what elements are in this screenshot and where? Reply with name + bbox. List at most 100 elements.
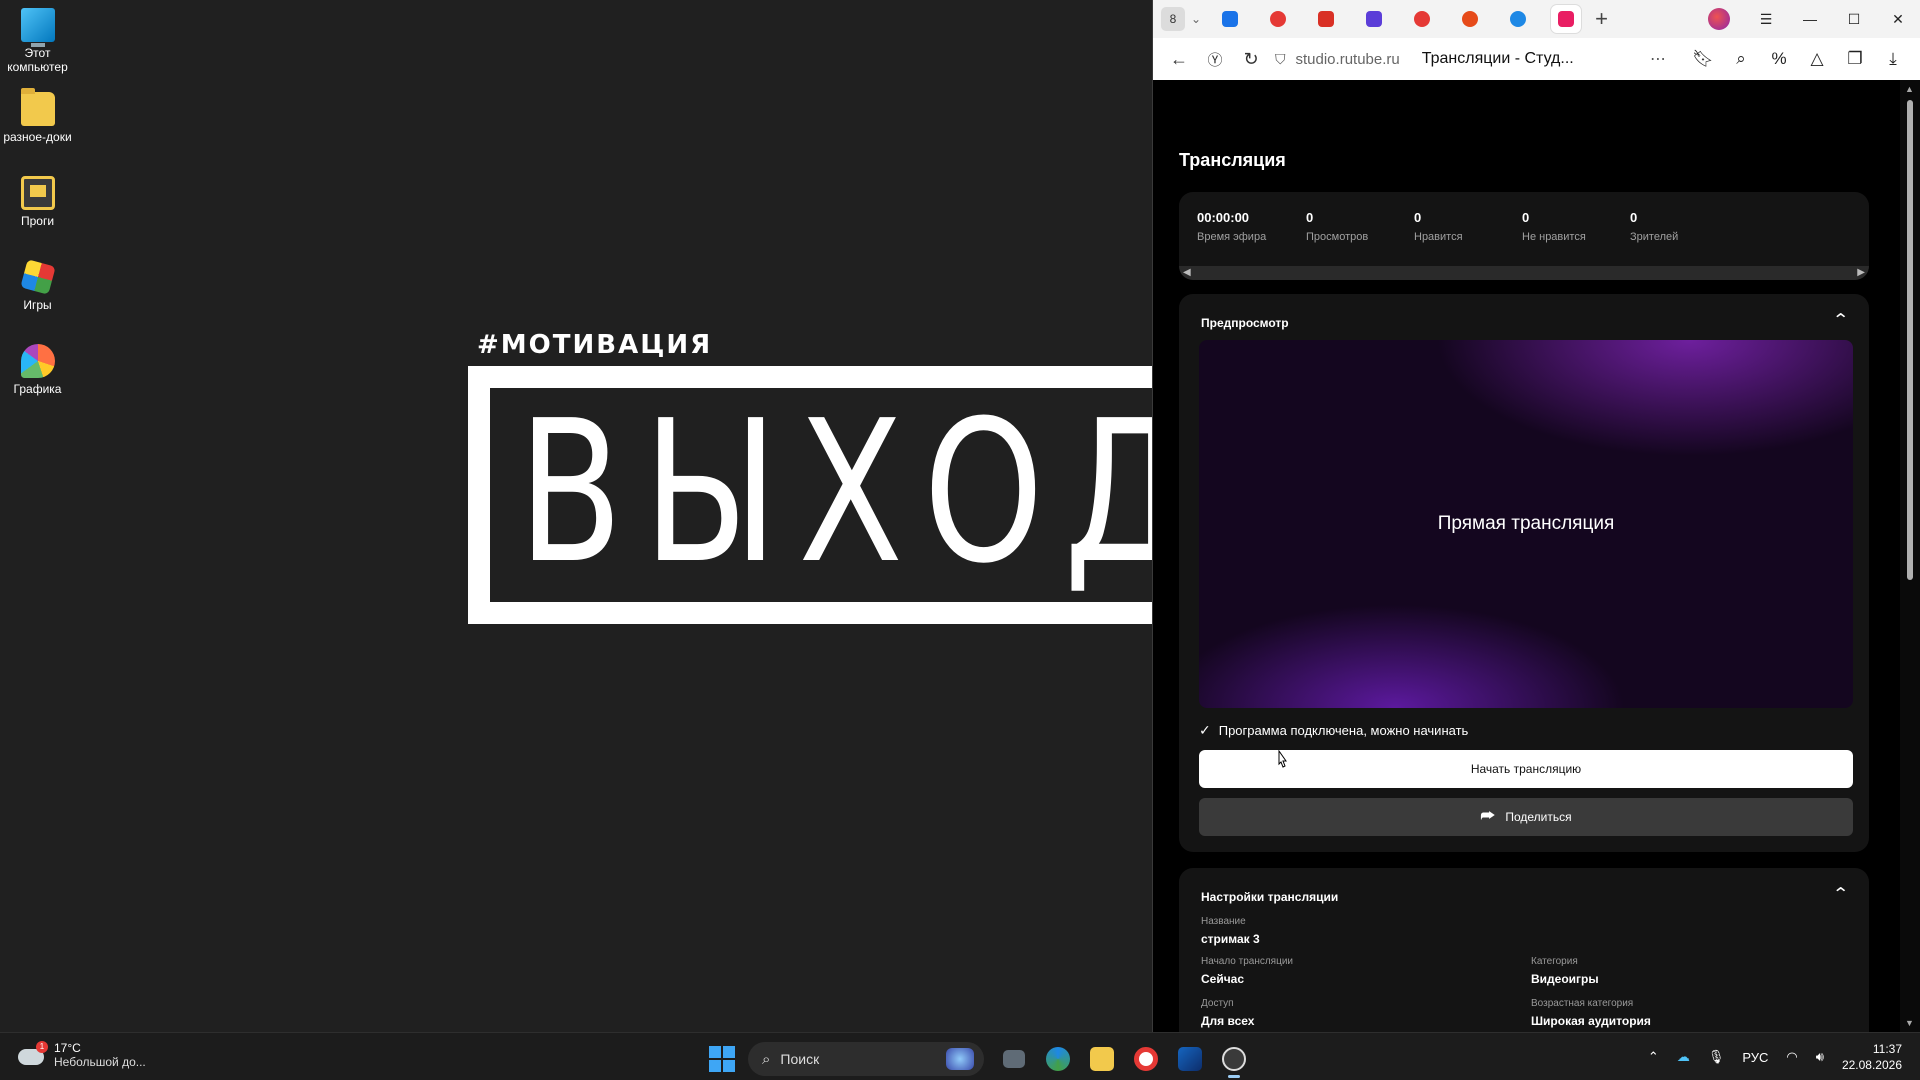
stat-dislikes: 0 Не нравится bbox=[1522, 210, 1586, 243]
new-tab-button[interactable]: + bbox=[1595, 6, 1608, 32]
tab-rutube-studio[interactable] bbox=[1551, 5, 1582, 33]
tab-yandex[interactable] bbox=[1263, 5, 1293, 33]
wifi-icon[interactable]: ◠ bbox=[1786, 1049, 1797, 1065]
scroll-up-icon[interactable]: ▲ bbox=[1905, 84, 1914, 94]
back-button[interactable]: ← bbox=[1161, 49, 1197, 70]
vertical-scrollbar[interactable]: ▲ ▼ bbox=[1900, 80, 1920, 1032]
reload-button[interactable]: ↻ bbox=[1233, 49, 1269, 70]
weather-icon: 1 bbox=[18, 1041, 48, 1069]
address-bar: ← Ⓨ ↻ ⛉ studio.rutube.ru Трансляции - Ст… bbox=[1153, 38, 1920, 80]
taskbar-search[interactable]: ⌕ Поиск bbox=[748, 1042, 984, 1076]
field-access: Доступ Для всех bbox=[1201, 998, 1254, 1028]
page-title: Трансляция bbox=[1179, 150, 1286, 170]
weather-temperature: 17°C bbox=[54, 1041, 81, 1055]
preview-heading: Предпросмотр bbox=[1201, 316, 1289, 330]
weather-description: Небольшой до... bbox=[54, 1055, 146, 1069]
page-content: Трансляция 00:00:00 Время эфира 0 Просмо… bbox=[1153, 80, 1901, 1032]
edge-app[interactable] bbox=[1036, 1039, 1080, 1079]
taskbar: 1 17°C Небольшой до... ⌕ Поиск ⌃ ☁ 🎙︎ РУ… bbox=[0, 1032, 1920, 1080]
minimize-button[interactable]: — bbox=[1788, 11, 1832, 27]
onedrive-icon[interactable]: ☁ bbox=[1677, 1049, 1690, 1065]
scroll-left-icon[interactable]: ◀ bbox=[1183, 267, 1191, 278]
stat-likes: 0 Нравится bbox=[1414, 210, 1463, 243]
tab-counter[interactable]: 8 bbox=[1161, 7, 1185, 31]
collections-icon[interactable]: ❐ bbox=[1836, 49, 1874, 69]
volume-icon[interactable]: 🔊︎ bbox=[1816, 1049, 1824, 1065]
tab-app[interactable] bbox=[1359, 5, 1389, 33]
taskbar-apps: ⌕ Поиск bbox=[704, 1039, 1256, 1079]
microphone-icon[interactable]: 🎙︎ bbox=[1708, 1049, 1725, 1065]
stat-viewers: 0 Зрителей bbox=[1630, 210, 1678, 243]
tab-gmail[interactable] bbox=[1311, 5, 1341, 33]
field-label: Доступ bbox=[1201, 998, 1234, 1009]
task-view-button[interactable] bbox=[992, 1039, 1036, 1079]
obs-app[interactable] bbox=[1212, 1039, 1256, 1079]
chevron-up-icon[interactable]: ⌃ bbox=[1832, 884, 1849, 904]
tab-edge[interactable] bbox=[1503, 5, 1533, 33]
more-icon[interactable]: ⋯ bbox=[1650, 49, 1666, 69]
bookmark-icon[interactable]: 🔖︎ bbox=[1684, 49, 1722, 69]
poster-word: ВЫХОДИ bbox=[518, 379, 1152, 607]
search-icon: ⌕ bbox=[762, 1050, 771, 1068]
profile-avatar[interactable] bbox=[1708, 8, 1730, 30]
chevron-down-icon[interactable]: ⌄ bbox=[1191, 12, 1201, 26]
alice-icon[interactable]: △ bbox=[1798, 49, 1836, 69]
stream-settings-card: Настройки трансляции ⌃ Название стримак … bbox=[1179, 868, 1869, 1032]
video-preview[interactable]: Прямая трансляция bbox=[1199, 340, 1853, 708]
settings-heading: Настройки трансляции bbox=[1201, 890, 1339, 904]
yandex-home-icon[interactable]: Ⓨ bbox=[1197, 49, 1233, 70]
start-button[interactable] bbox=[704, 1041, 740, 1077]
yandex-browser-app[interactable] bbox=[1124, 1039, 1168, 1079]
tab-messenger[interactable] bbox=[1215, 5, 1245, 33]
field-age: Возрастная категория Широкая аудитория bbox=[1531, 998, 1651, 1028]
url-field[interactable]: ⛉ studio.rutube.ru Трансляции - Студ... … bbox=[1275, 44, 1678, 74]
file-explorer-app[interactable] bbox=[1080, 1039, 1124, 1079]
clock[interactable]: 11:37 22.08.2026 bbox=[1842, 1041, 1902, 1073]
close-button[interactable]: ✕ bbox=[1876, 11, 1920, 28]
search-page-icon[interactable]: ⌕ bbox=[1722, 49, 1760, 69]
field-value: Сейчас bbox=[1201, 972, 1245, 986]
media-tab-icon bbox=[1462, 11, 1479, 27]
page-title-in-address: Трансляции - Студ... bbox=[1421, 50, 1574, 67]
stat-label: Нравится bbox=[1414, 231, 1463, 243]
stat-views: 0 Просмотров bbox=[1306, 210, 1368, 243]
check-icon: ✓ bbox=[1199, 722, 1211, 738]
scroll-down-icon[interactable]: ▼ bbox=[1905, 1018, 1914, 1028]
horizontal-scrollbar[interactable]: ◀ ▶ bbox=[1179, 266, 1869, 280]
stat-label: Просмотров bbox=[1306, 231, 1369, 243]
connection-status: ✓ Программа подключена, можно начинать bbox=[1199, 722, 1468, 739]
yandex-tab-icon bbox=[1414, 11, 1431, 27]
field-name: Название стримак 3 bbox=[1201, 916, 1260, 946]
menu-icon[interactable]: ☰ bbox=[1744, 11, 1788, 28]
download-icon[interactable]: ⤓ bbox=[1874, 49, 1912, 69]
clock-date: 22.08.2026 bbox=[1841, 1058, 1902, 1072]
app-tab-icon bbox=[1366, 11, 1383, 27]
scroll-right-icon[interactable]: ▶ bbox=[1857, 267, 1865, 278]
stat-air-time: 00:00:00 Время эфира bbox=[1197, 210, 1266, 243]
field-value: стримак 3 bbox=[1201, 932, 1260, 946]
tab-media[interactable] bbox=[1455, 5, 1485, 33]
field-value: Широкая аудитория bbox=[1531, 1014, 1651, 1028]
share-icon: ⮫ bbox=[1480, 808, 1496, 825]
stat-value: 0 bbox=[1306, 210, 1314, 225]
discount-icon[interactable]: % bbox=[1760, 49, 1798, 69]
stat-label: Время эфира bbox=[1197, 231, 1267, 243]
stat-value: 0 bbox=[1414, 210, 1422, 225]
scrollbar-thumb[interactable] bbox=[1907, 100, 1913, 580]
start-stream-button[interactable]: Начать трансляцию bbox=[1199, 750, 1853, 788]
clock-time: 11:37 bbox=[1872, 1042, 1902, 1056]
url-host: studio.rutube.ru bbox=[1295, 50, 1400, 68]
system-tray: ⌃ ☁ 🎙︎ РУС ◠ 🔊︎ 11:37 22.08.2026 bbox=[1648, 1033, 1920, 1080]
chevron-up-icon[interactable]: ⌃ bbox=[1832, 310, 1849, 330]
mouse-cursor-icon bbox=[1278, 750, 1287, 768]
share-button[interactable]: ⮫ Поделиться bbox=[1199, 798, 1853, 836]
chevron-up-icon[interactable]: ⌃ bbox=[1648, 1049, 1659, 1065]
language-indicator[interactable]: РУС bbox=[1742, 1050, 1768, 1065]
app-blue[interactable] bbox=[1168, 1039, 1212, 1079]
stat-label: Не нравится bbox=[1522, 231, 1586, 243]
tab-yandex-2[interactable] bbox=[1407, 5, 1437, 33]
maximize-button[interactable]: ☐ bbox=[1832, 11, 1876, 28]
field-label: Категория bbox=[1531, 956, 1578, 967]
weather-widget[interactable]: 1 17°C Небольшой до... bbox=[18, 1041, 146, 1069]
field-value: Для всех bbox=[1201, 1014, 1255, 1028]
